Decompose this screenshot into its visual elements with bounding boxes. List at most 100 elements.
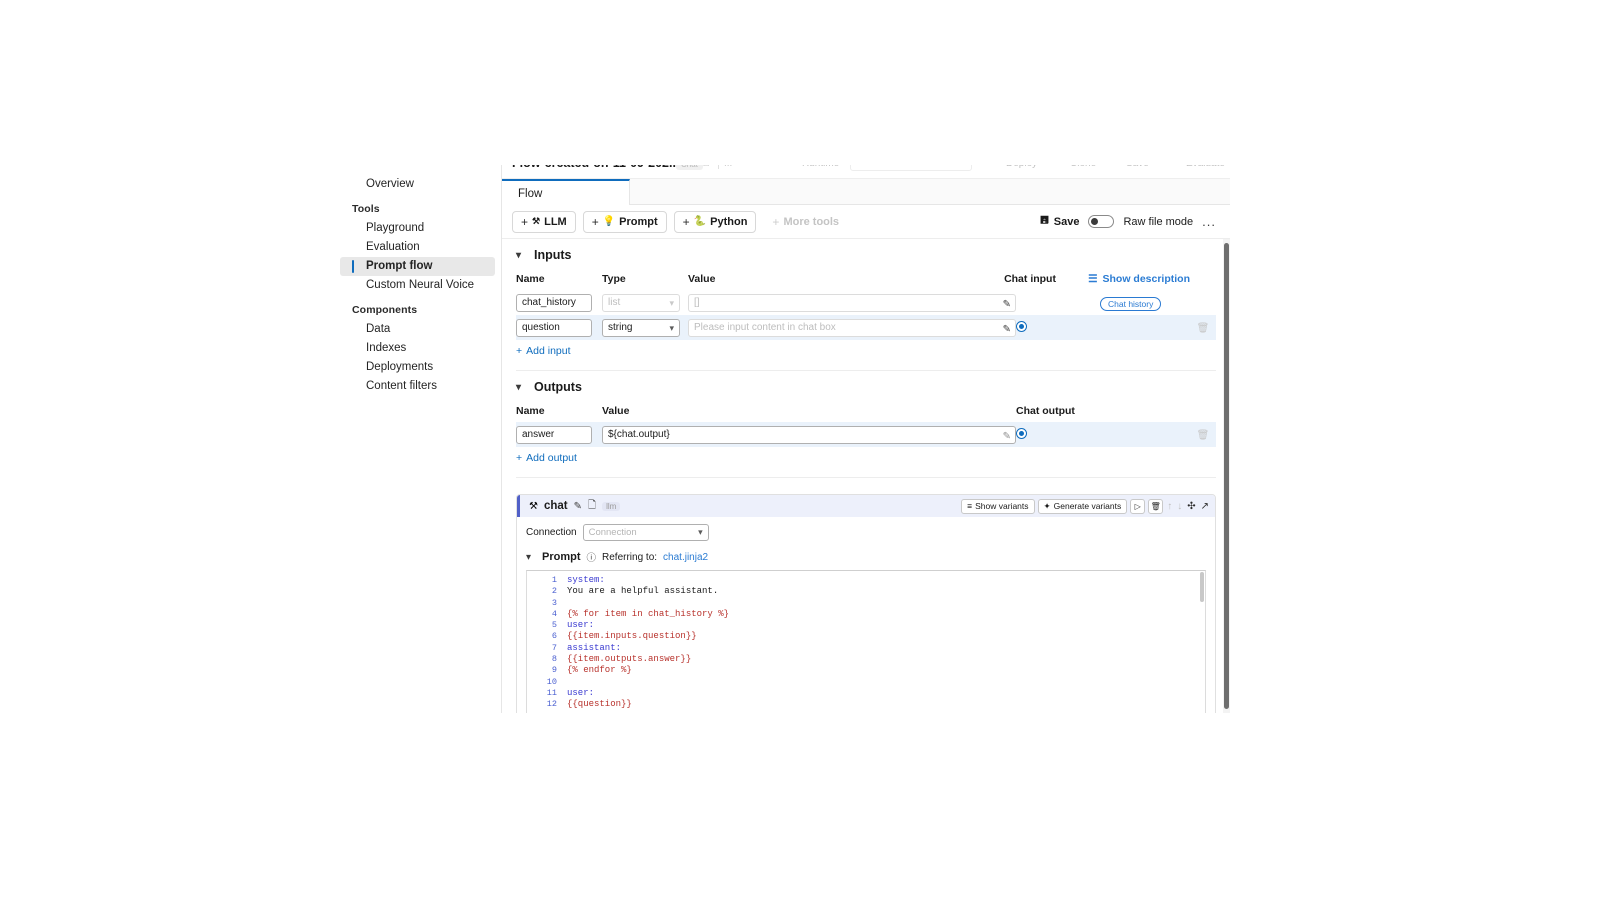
- generate-variants-button[interactable]: ✦ Generate variants: [1037, 498, 1128, 514]
- output-name-field-0[interactable]: answer: [516, 425, 592, 444]
- sidebar-item-evaluation[interactable]: Evaluation: [340, 238, 501, 257]
- sidebar-item-data[interactable]: Data: [340, 320, 501, 339]
- expand-icon[interactable]: ↗: [1200, 501, 1210, 512]
- flow-title: Flow-created-on-11-09-202...: [512, 165, 679, 170]
- outputs-section: ▾ Outputs Name Value Chat output answer: [502, 371, 1230, 478]
- input-name-field-0[interactable]: chat_history: [516, 293, 592, 312]
- sidebar-item-custom-neural-voice[interactable]: Custom Neural Voice: [340, 276, 501, 295]
- sidebar-item-content-filters[interactable]: Content filters: [340, 377, 501, 396]
- trash-icon[interactable]: 🗑: [1148, 498, 1164, 514]
- delete-row-icon[interactable]: 🗑: [1195, 320, 1212, 337]
- raw-file-mode-label: Raw file mode: [1123, 215, 1194, 228]
- code-vertical-scrollbar[interactable]: [1199, 571, 1205, 713]
- runtime-value: No runtime available: [857, 165, 944, 167]
- node-title: chat: [543, 500, 568, 512]
- code-content[interactable]: system: You are a helpful assistant. {% …: [557, 571, 1205, 713]
- prompt-code-editor[interactable]: 1 2 3 4 5 6 7 8 9 10 11 12 system: You a…: [526, 570, 1206, 713]
- code-line: {% for item in chat_history %}: [567, 608, 730, 619]
- table-row: chat_history list ▾ [] ✎ Chat history: [516, 290, 1216, 315]
- plus-icon: +: [516, 452, 523, 464]
- input-value-field-0[interactable]: [] ✎: [688, 293, 1016, 312]
- evaluate-button[interactable]: Evaluate: [1186, 165, 1225, 169]
- outputs-section-header[interactable]: ▾ Outputs: [516, 380, 1216, 394]
- output-name-cell: answer: [516, 425, 602, 444]
- add-runtime-icon[interactable]: +: [986, 165, 992, 169]
- sidebar-item-indexes[interactable]: Indexes: [340, 339, 501, 358]
- delete-row-icon[interactable]: 🗑: [1195, 427, 1212, 444]
- tab-flow[interactable]: Flow: [502, 179, 630, 205]
- referring-label: Referring to:: [602, 551, 658, 563]
- generate-variants-label: Generate variants: [1053, 501, 1122, 511]
- flow-header-bar: Flow-created-on-11-09-202... Chat ⧉ ... …: [502, 165, 1230, 179]
- edit-value-icon[interactable]: ✎: [1003, 297, 1011, 311]
- scrollbar-thumb[interactable]: [1224, 243, 1229, 709]
- editor-vertical-scrollbar[interactable]: [1223, 239, 1230, 713]
- plus-icon: +: [772, 214, 780, 229]
- tab-label: Flow: [518, 188, 543, 200]
- header-overflow-icon[interactable]: ...: [724, 165, 732, 169]
- chevron-down-icon: ▾: [516, 249, 522, 261]
- plus-icon: +: [682, 214, 690, 229]
- more-tools-button[interactable]: + More tools: [763, 210, 849, 233]
- pencil-icon[interactable]: ✎: [574, 501, 582, 512]
- chat-output-radio-0[interactable]: [1016, 427, 1027, 439]
- chat-history-badge-cell: Chat history: [1100, 294, 1190, 312]
- section-divider: [516, 477, 1216, 478]
- list-icon: ☰: [1088, 273, 1098, 285]
- chevron-down-icon[interactable]: ▾: [526, 552, 536, 563]
- input-name-cell: chat_history: [516, 293, 602, 312]
- add-llm-button[interactable]: + ⚒ LLM: [512, 210, 576, 233]
- chevron-down-icon: ▾: [698, 527, 703, 537]
- clone-button[interactable]: Clone: [1070, 165, 1096, 169]
- input-value-field-1[interactable]: Please input content in chat box ✎: [688, 318, 1016, 337]
- flow-toolbar: + ⚒ LLM + 💡 Prompt + 🐍 Python + More too…: [502, 205, 1230, 239]
- input-type-select-0[interactable]: list ▾: [602, 293, 680, 312]
- add-input-button[interactable]: + Add input: [516, 345, 571, 357]
- save-label: Save: [1053, 215, 1080, 228]
- show-description-link[interactable]: ☰ Show description: [1088, 273, 1190, 285]
- target-icon[interactable]: ✣: [1186, 501, 1196, 512]
- sidebar-item-label: Data: [366, 323, 391, 335]
- sidebar-item-label: Overview: [366, 178, 414, 190]
- runtime-select[interactable]: No runtime available ▾: [850, 165, 972, 171]
- share-icon[interactable]: ⧉: [702, 165, 709, 169]
- connection-select[interactable]: Connection ▾: [582, 524, 709, 541]
- magic-wand-icon: ✦: [1043, 500, 1051, 511]
- chat-chip[interactable]: Chat: [676, 165, 703, 170]
- output-value-field-0[interactable]: ${chat.output} ✎: [602, 425, 1016, 444]
- add-llm-label: LLM: [544, 215, 567, 228]
- deploy-button[interactable]: Deploy: [1006, 165, 1037, 169]
- code-line: user:: [567, 620, 595, 631]
- inputs-section-header[interactable]: ▾ Inputs: [516, 248, 1216, 262]
- edit-value-icon[interactable]: ✎: [1003, 429, 1011, 443]
- info-icon[interactable]: ⓘ: [587, 550, 597, 564]
- arrow-up-icon[interactable]: ↑: [1166, 501, 1173, 512]
- play-icon[interactable]: ▷: [1130, 498, 1146, 514]
- node-actions: ≡ Show variants ✦ Generate variants ▷ 🗑 …: [961, 498, 1210, 514]
- referring-file-link[interactable]: chat.jinja2: [663, 552, 708, 563]
- chat-input-radio-1[interactable]: [1016, 320, 1027, 332]
- sidebar-item-overview[interactable]: Overview: [340, 175, 501, 194]
- copy-icon[interactable]: 🗋: [588, 498, 596, 515]
- arrow-down-icon[interactable]: ↓: [1176, 501, 1183, 512]
- add-output-button[interactable]: + Add output: [516, 452, 577, 464]
- sidebar-item-playground[interactable]: Playground: [340, 219, 501, 238]
- save-button[interactable]: 🖪 Save: [1040, 213, 1079, 230]
- scrollbar-thumb[interactable]: [1200, 572, 1204, 602]
- add-prompt-button[interactable]: + 💡 Prompt: [582, 210, 667, 233]
- input-type-select-1[interactable]: string ▾: [602, 318, 680, 337]
- sidebar-item-prompt-flow[interactable]: Prompt flow: [340, 257, 495, 276]
- show-variants-button[interactable]: ≡ Show variants: [961, 498, 1035, 514]
- inputs-title: Inputs: [534, 248, 572, 262]
- raw-file-mode-toggle[interactable]: [1088, 215, 1115, 228]
- chat-input-cell: [1016, 319, 1100, 337]
- edit-value-icon[interactable]: ✎: [1003, 322, 1011, 336]
- show-variants-label: Show variants: [975, 501, 1029, 511]
- toolbar-overflow-icon[interactable]: ...: [1202, 215, 1216, 228]
- toolbar-right-group: 🖪 Save Raw file mode ...: [1040, 213, 1220, 230]
- add-python-button[interactable]: + 🐍 Python: [673, 210, 757, 233]
- input-name-field-1[interactable]: question: [516, 318, 592, 337]
- sidebar-item-deployments[interactable]: Deployments: [340, 358, 501, 377]
- save-button-header[interactable]: Save: [1126, 165, 1149, 169]
- table-row: answer ${chat.output} ✎ 🗑: [516, 422, 1216, 447]
